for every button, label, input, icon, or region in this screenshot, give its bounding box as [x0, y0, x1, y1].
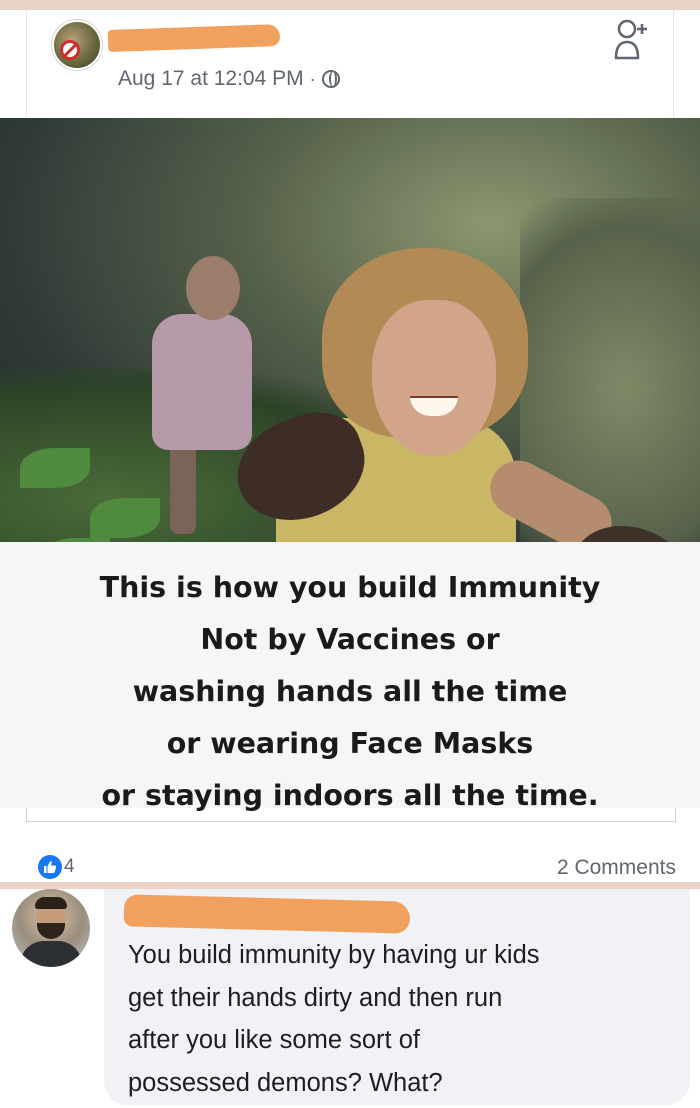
top-strip [0, 0, 700, 10]
reactions-row: 4 2 Comments [0, 842, 700, 882]
poster-avatar[interactable] [52, 20, 102, 70]
like-icon[interactable] [38, 855, 62, 879]
caption-line: washing hands all the time [132, 675, 568, 708]
photo-child-back-body [152, 314, 252, 450]
comment-line: after you like some sort of [128, 1026, 420, 1054]
avatar-beard [37, 923, 65, 939]
avatar-jacket [20, 941, 82, 967]
avatar-hair [35, 897, 67, 909]
caption-line: Not by Vaccines or [200, 623, 500, 656]
caption-line: This is how you build Immunity [99, 571, 601, 604]
globe-icon [321, 70, 340, 88]
photo-child-face [372, 300, 496, 456]
post-footer-frame [26, 808, 676, 822]
photo-child-back-head [186, 256, 240, 320]
image-caption: This is how you build Immunity Not by Va… [0, 542, 700, 812]
post-header [26, 10, 674, 118]
comment-line: You build immunity by having ur kids [128, 941, 540, 969]
thumbs-up-icon [44, 861, 57, 873]
comment-line: get their hands dirty and then run [128, 983, 503, 1012]
photo-child-back-legs [170, 444, 196, 534]
section-divider [0, 882, 700, 889]
comments-count-link[interactable]: 2 Comments [557, 856, 676, 880]
timestamp-separator: · [309, 68, 316, 89]
comment-line: possessed demons? What? [128, 1068, 443, 1097]
post-photo[interactable] [0, 118, 700, 542]
post-timestamp[interactable]: Aug 17 at 12:04 PM · [118, 67, 340, 91]
comment-text: You build immunity by having ur kids get… [128, 934, 668, 1104]
commenter-avatar[interactable] [12, 889, 90, 967]
photo-leaf [90, 498, 160, 538]
prohibition-badge-icon [60, 40, 80, 60]
like-count[interactable]: 4 [64, 856, 75, 878]
add-friend-icon[interactable] [613, 16, 649, 62]
caption-line: or wearing Face Masks [166, 727, 534, 760]
photo-leaf [20, 448, 90, 488]
timestamp-text: Aug 17 at 12:04 PM [118, 67, 304, 90]
